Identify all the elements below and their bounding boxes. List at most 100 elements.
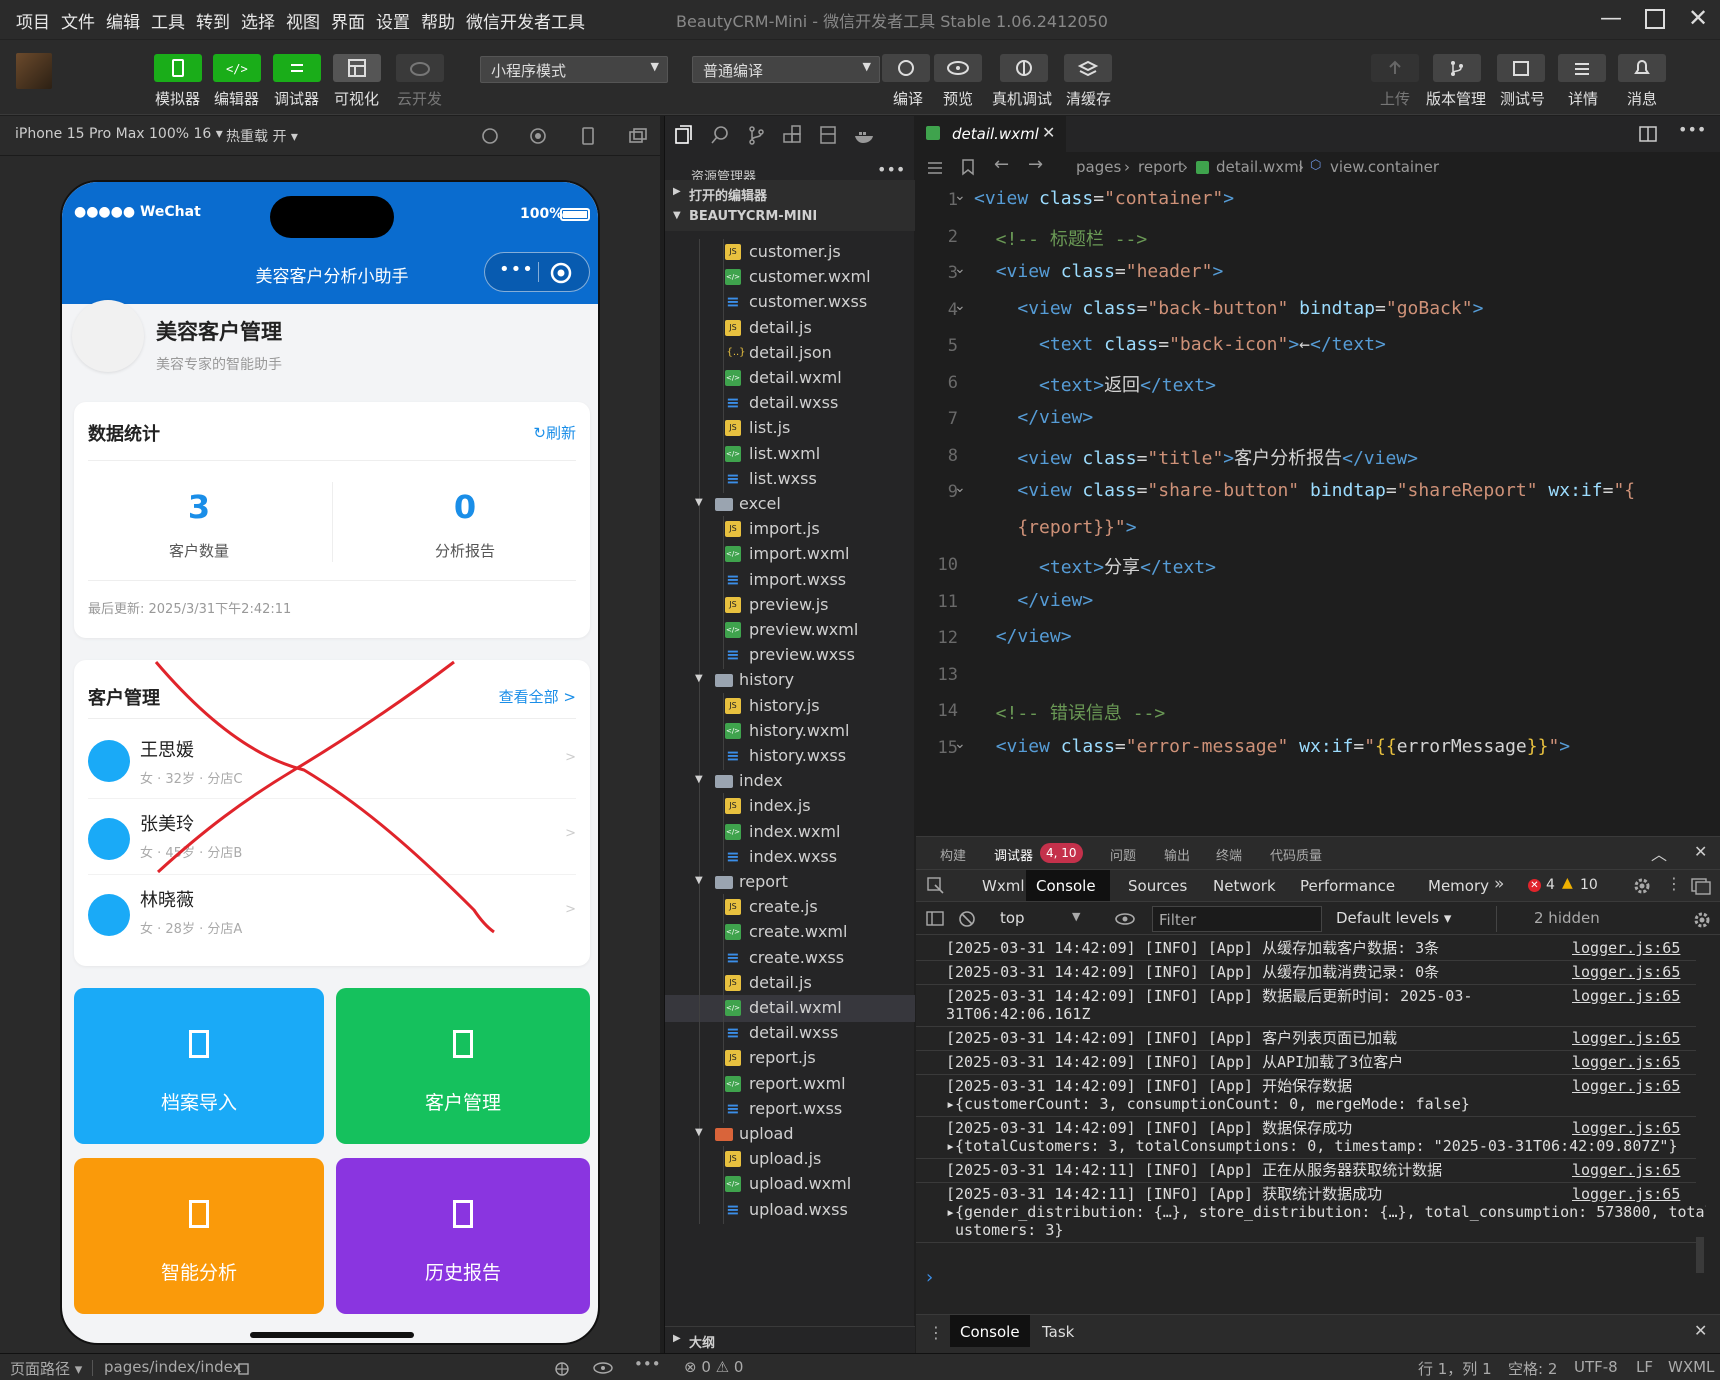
file-row[interactable]: </> detail.wxml bbox=[665, 995, 915, 1022]
indent-setting[interactable]: 空格: 2 bbox=[1508, 1358, 1557, 1379]
refresh-icon[interactable] bbox=[480, 126, 500, 146]
folder-row[interactable]: ▼ report bbox=[665, 869, 915, 896]
more-tabs-icon[interactable]: » bbox=[1494, 874, 1504, 894]
warning-count[interactable]: 10 bbox=[1580, 877, 1598, 893]
file-row[interactable]: JS index.js bbox=[665, 793, 915, 821]
capsule-close-icon[interactable] bbox=[549, 261, 573, 285]
refresh-button[interactable]: ↻刷新 bbox=[533, 422, 576, 443]
close-tab-icon[interactable]: ✕ bbox=[1042, 123, 1055, 142]
subtab-wxml[interactable]: Wxml bbox=[982, 877, 1025, 895]
file-row[interactable]: </> preview.wxml bbox=[665, 617, 915, 644]
menu-settings[interactable]: 设置 bbox=[376, 8, 410, 33]
open-editors-section[interactable]: ▶ 打开的编辑器 bbox=[665, 180, 915, 207]
details-icon[interactable] bbox=[1558, 54, 1606, 82]
menu-file[interactable]: 文件 bbox=[61, 8, 95, 33]
fold-chevron-icon[interactable]: ⌄ bbox=[954, 298, 966, 314]
file-row[interactable]: JS list.js bbox=[665, 415, 915, 443]
code-line[interactable]: {report}}"> bbox=[974, 517, 1136, 538]
log-source-link[interactable]: logger.js:65 bbox=[1572, 1185, 1680, 1203]
compile-icon[interactable] bbox=[882, 54, 930, 82]
log-source-link[interactable]: logger.js:65 bbox=[1572, 1161, 1680, 1179]
preview-icon[interactable] bbox=[934, 54, 982, 82]
code-line[interactable]: </view> bbox=[974, 407, 1093, 428]
dock-icon[interactable] bbox=[1690, 876, 1712, 896]
file-row[interactable]: JS detail.js bbox=[665, 969, 915, 997]
breadcrumb-item[interactable]: detail.wxml bbox=[1216, 158, 1303, 176]
file-row[interactable]: JS history.js bbox=[665, 692, 915, 720]
device-select[interactable]: iPhone 15 Pro Max 100% 16 ▾ bbox=[15, 126, 223, 142]
code-line[interactable]: <view class="back-button" bindtap="goBac… bbox=[974, 298, 1483, 319]
visual-icon[interactable] bbox=[333, 54, 381, 82]
tab-debugger[interactable]: 调试器 bbox=[994, 845, 1033, 864]
tab-code-quality[interactable]: 代码质量 bbox=[1270, 845, 1322, 864]
git-icon[interactable] bbox=[745, 124, 767, 146]
console-prompt[interactable]: › bbox=[926, 1267, 933, 1288]
close-drawer-icon[interactable]: ✕ bbox=[1694, 1321, 1707, 1340]
fold-chevron-icon[interactable]: ⌄ bbox=[954, 188, 966, 204]
file-row[interactable]: JS detail.js bbox=[665, 314, 915, 342]
file-row[interactable]: </> customer.wxml bbox=[665, 264, 915, 292]
file-row[interactable]: </> list.wxml bbox=[665, 440, 915, 468]
avatar[interactable] bbox=[16, 53, 52, 89]
phone-icon[interactable] bbox=[578, 126, 598, 146]
more-icon[interactable]: ••• bbox=[1678, 120, 1706, 139]
copy-icon[interactable] bbox=[236, 1360, 252, 1376]
code-line[interactable]: <!-- 标题栏 --> bbox=[974, 225, 1148, 251]
list-icon[interactable] bbox=[926, 160, 944, 176]
folder-row[interactable]: ▼ upload bbox=[665, 1121, 915, 1148]
code-line[interactable]: <view class="share-button" bindtap="shar… bbox=[974, 480, 1635, 501]
log-source-link[interactable]: logger.js:65 bbox=[1572, 963, 1680, 981]
cursor-position[interactable]: 行 1，列 1 bbox=[1418, 1358, 1492, 1379]
tile-history[interactable]: 历史报告 bbox=[336, 1158, 590, 1314]
tab-build[interactable]: 构建 bbox=[940, 845, 966, 864]
close-window-icon[interactable]: ✕ bbox=[1688, 4, 1708, 32]
log-source-link[interactable]: logger.js:65 bbox=[1572, 1077, 1680, 1095]
maximize-icon[interactable] bbox=[1645, 9, 1665, 29]
hot-reload-toggle[interactable]: 热重载 开 ▾ bbox=[226, 126, 298, 146]
eye-icon[interactable] bbox=[592, 1360, 614, 1376]
eol[interactable]: LF bbox=[1636, 1358, 1653, 1376]
subtab-sources[interactable]: Sources bbox=[1128, 877, 1187, 895]
log-source-link[interactable]: logger.js:65 bbox=[1572, 1119, 1680, 1137]
code-line[interactable]: </view> bbox=[974, 590, 1093, 611]
file-row[interactable]: </> detail.wxml bbox=[665, 365, 915, 392]
clear-cache-icon[interactable] bbox=[1064, 54, 1112, 82]
debugger-icon[interactable] bbox=[273, 54, 321, 82]
fold-chevron-icon[interactable]: ⌄ bbox=[954, 736, 966, 752]
outline-section[interactable]: ▶ 大纲 bbox=[665, 1326, 915, 1353]
editor-icon[interactable]: </> bbox=[213, 54, 261, 82]
file-row[interactable]: JS create.js bbox=[665, 894, 915, 922]
menu-help[interactable]: 帮助 bbox=[421, 8, 455, 33]
bookmark-icon[interactable] bbox=[960, 158, 976, 176]
search-icon[interactable] bbox=[709, 124, 731, 146]
file-row[interactable]: ≡ report.wxss bbox=[665, 1095, 915, 1123]
clear-console-icon[interactable] bbox=[958, 910, 976, 928]
page-path-label[interactable]: 页面路径 ▾ bbox=[10, 1358, 82, 1379]
back-arrow-icon[interactable]: ← bbox=[994, 154, 1009, 175]
menu-project[interactable]: 项目 bbox=[16, 8, 50, 33]
tile-customers[interactable]: 客户管理 bbox=[336, 988, 590, 1144]
inspect-icon[interactable] bbox=[926, 876, 946, 896]
subtab-performance[interactable]: Performance bbox=[1300, 877, 1395, 895]
menu-tools[interactable]: 工具 bbox=[151, 8, 185, 33]
real-debug-icon[interactable] bbox=[1000, 54, 1048, 82]
tile-analysis[interactable]: 智能分析 bbox=[74, 1158, 324, 1314]
file-row[interactable]: ≡ preview.wxss bbox=[665, 642, 915, 670]
simulator-icon[interactable] bbox=[154, 54, 202, 82]
code-line[interactable]: <text class="back-icon">←</text> bbox=[974, 334, 1386, 355]
drawer-tab-console[interactable]: Console bbox=[950, 1315, 1030, 1347]
breadcrumb-item[interactable]: view.container bbox=[1330, 158, 1439, 176]
error-count[interactable]: 4 bbox=[1546, 877, 1555, 893]
log-levels-select[interactable]: Default levels ▾ bbox=[1336, 909, 1451, 927]
extensions-icon[interactable] bbox=[781, 124, 803, 146]
subtab-network[interactable]: Network bbox=[1213, 877, 1276, 895]
file-row[interactable]: ≡ detail.wxss bbox=[665, 390, 915, 418]
docker-icon[interactable] bbox=[853, 124, 875, 146]
stop-icon[interactable] bbox=[528, 126, 548, 146]
minimize-icon[interactable]: — bbox=[1600, 6, 1622, 31]
storage-icon[interactable] bbox=[817, 124, 839, 146]
code-line[interactable]: <!-- 错误信息 --> bbox=[974, 699, 1166, 725]
tab-terminal[interactable]: 终端 bbox=[1216, 845, 1242, 864]
code-line[interactable]: <view class="container"> bbox=[974, 188, 1234, 209]
file-row[interactable]: JS upload.js bbox=[665, 1146, 915, 1174]
